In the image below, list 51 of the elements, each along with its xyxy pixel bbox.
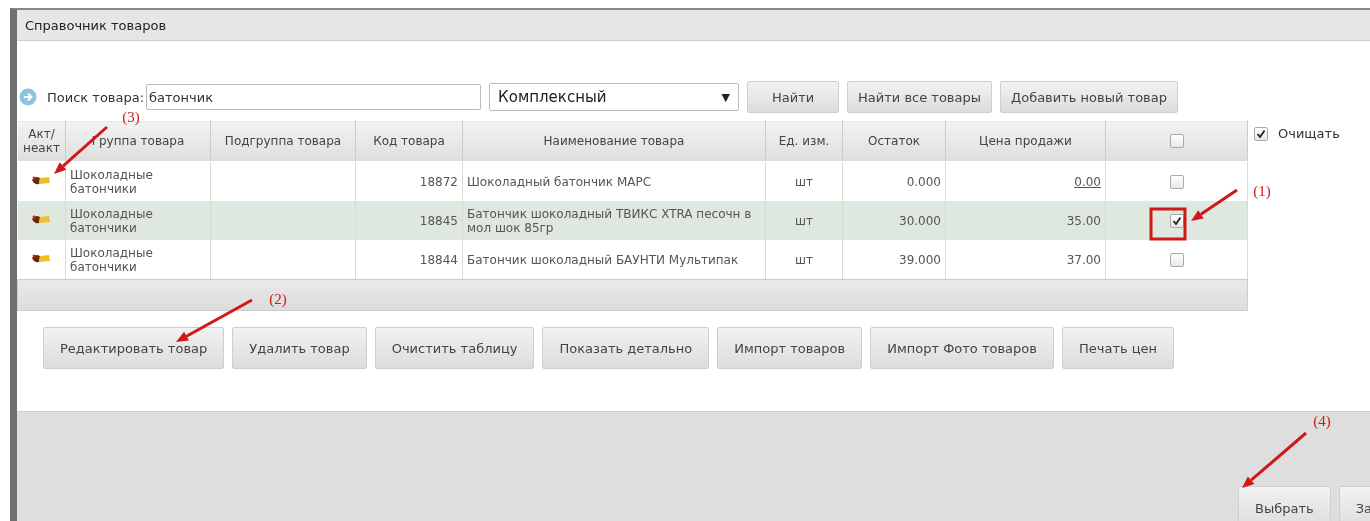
table-cell: 0.000 — [906, 174, 941, 189]
highlight-frame — [1149, 207, 1187, 241]
clear-checkbox[interactable] — [1254, 126, 1268, 141]
table-cell: шт — [795, 174, 813, 189]
search-button[interactable]: Добавить новый товар — [1000, 81, 1178, 113]
action-button[interactable]: Импорт Фото товаров — [870, 327, 1054, 369]
table-cell: Шоколадные батончики — [70, 245, 153, 274]
table-cell: Шоколадные батончики — [70, 206, 153, 235]
price-link[interactable]: 0.00 — [1074, 174, 1101, 189]
annotation-label: (4) — [1313, 413, 1331, 429]
row-checkbox[interactable] — [1169, 213, 1184, 228]
search-label: Поиск товара: — [47, 89, 145, 105]
annotation-label: (1) — [1253, 183, 1271, 199]
annotation-label: (2) — [269, 291, 287, 307]
action-button[interactable]: Печать цен — [1061, 327, 1175, 369]
row-checkbox[interactable] — [1169, 252, 1184, 267]
annotation-arrow — [1191, 188, 1238, 221]
table-cell: Батончик шоколадный ТВИКС XTRA песочн в мол шок 85гр — [467, 206, 752, 235]
search-mode-dropdown[interactable]: Комплексный ▼ — [489, 83, 740, 111]
search-button[interactable]: Найти — [747, 81, 840, 113]
action-button[interactable]: Редактировать товар — [43, 327, 225, 369]
clear-label: Очищать — [1278, 126, 1340, 141]
table-cell: 37.00 — [1066, 252, 1101, 267]
action-button[interactable]: Очистить таблицу — [374, 327, 535, 369]
candy-bar-icon — [31, 252, 52, 264]
table-cell: Шоколадные батончики — [70, 167, 153, 196]
action-button[interactable]: Удалить товар — [232, 327, 367, 369]
annotation-arrow — [1242, 431, 1307, 488]
annotation-label: (3) — [122, 109, 140, 125]
select-all-checkbox[interactable] — [1169, 134, 1184, 149]
search-button[interactable]: Найти все товары — [847, 81, 993, 113]
table-cell: 18844 — [419, 252, 458, 267]
table-cell: шт — [795, 213, 813, 228]
table-cell: 39.000 — [899, 252, 941, 267]
table-cell: 18872 — [419, 174, 458, 189]
table-cell: 30.000 — [899, 213, 941, 228]
table-cell: 18845 — [419, 213, 458, 228]
table-cell: Батончик шоколадный БАУНТИ Мультипак — [467, 252, 739, 267]
table-cell: шт — [795, 252, 813, 267]
table-cell: Шоколадный батончик МАРС — [467, 174, 652, 189]
search-field[interactable]: батончик — [146, 84, 482, 110]
row-checkbox[interactable] — [1169, 174, 1184, 189]
candy-bar-icon — [31, 213, 52, 225]
action-button[interactable]: Показать детально — [542, 327, 710, 369]
action-button[interactable]: Импорт товаров — [717, 327, 863, 369]
table-cell: 35.00 — [1066, 213, 1101, 228]
arrow-circle-icon[interactable] — [19, 88, 37, 106]
window-title: Справочник товаров — [25, 17, 167, 33]
footer-button[interactable]: Выбрать — [1238, 486, 1331, 521]
candy-bar-icon — [31, 174, 52, 186]
footer-button[interactable]: За — [1338, 486, 1370, 521]
